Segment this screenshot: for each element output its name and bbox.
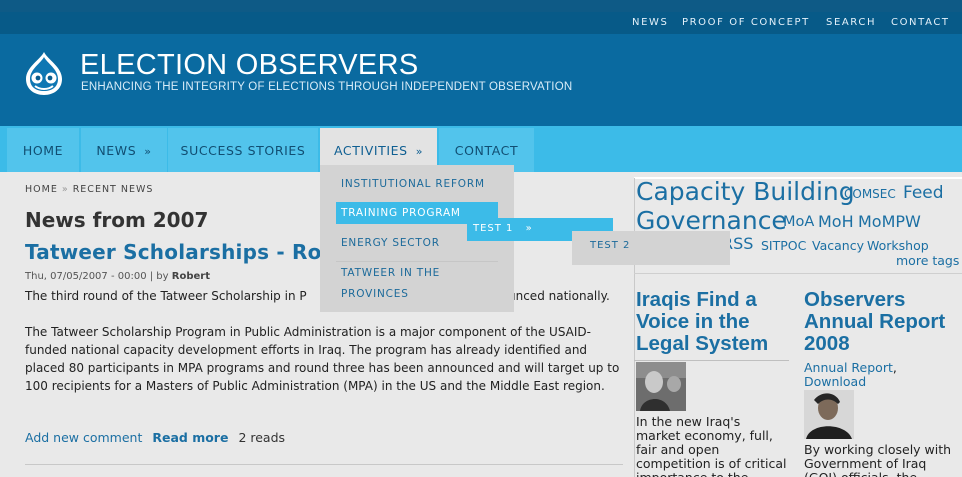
dropdown-label-training: TRAINING PROGRAM <box>341 207 461 219</box>
annual-report-link[interactable]: Annual Report <box>804 360 893 375</box>
story2-links: Annual Report, Download <box>804 361 897 389</box>
nav-activities-arrow-icon: » <box>415 145 424 158</box>
tag-capacity-building[interactable]: Capacity Building <box>636 177 855 206</box>
top-strip <box>0 0 962 12</box>
story2-thumbnail[interactable] <box>804 390 854 439</box>
dropdown-item-tatweer[interactable]: TATWEER IN THE <box>336 261 498 284</box>
dropdown-item-tatweer-cont[interactable]: PROVINCES <box>336 283 498 305</box>
submenu-test1-label: TEST 1 <box>473 223 514 234</box>
dropdown-label-tatweer-2: PROVINCES <box>341 288 409 300</box>
site-header: ELECTION OBSERVERS ENHANCING THE INTEGRI… <box>0 34 962 126</box>
drupal-drop-icon[interactable] <box>22 50 66 96</box>
tag-feed[interactable]: Feed <box>903 183 944 203</box>
tag-workshop[interactable]: Workshop <box>867 238 929 253</box>
reads-count: 2 reads <box>238 430 286 445</box>
node-author[interactable]: Robert <box>172 271 210 282</box>
nav-news-arrow-icon: » <box>144 145 152 158</box>
story1-thumbnail[interactable] <box>636 362 686 411</box>
add-comment-link[interactable]: Add new comment <box>25 430 142 445</box>
topnav-news[interactable]: NEWS <box>632 17 668 28</box>
story1-title-link[interactable]: Iraqis Find a Voice in the Legal System <box>636 289 796 355</box>
links-comma: , <box>892 360 897 375</box>
tagcloud-bottom-rule <box>634 273 962 274</box>
node-links: Add new comment Read more 2 reads <box>25 430 285 445</box>
topnav-contact[interactable]: CONTACT <box>891 17 950 28</box>
tag-moh[interactable]: MoH <box>818 212 854 231</box>
nav-home-label: HOME <box>22 143 64 158</box>
tag-sitpoc[interactable]: SITPOC <box>761 238 806 253</box>
node-para1-start: The third round of the Tatweer Scholarsh… <box>25 289 307 303</box>
submitted-info: Thu, 07/05/2007 - 00:00 | by Robert <box>25 271 210 282</box>
submenu-test1-arrow-icon: » <box>525 223 533 234</box>
page-title: News from 2007 <box>25 208 209 232</box>
node-para1-end: unced nationally. <box>508 289 610 303</box>
download-link[interactable]: Download <box>804 374 866 389</box>
dropdown-item-institutional-reform[interactable]: INSTITUTIONAL REFORM <box>336 173 498 195</box>
top-nav: NEWS PROOF OF CONCEPT SEARCH CONTACT <box>0 12 962 34</box>
tag-comsec[interactable]: COMSEC <box>844 187 896 201</box>
story2-title-link[interactable]: Observers Annual Report 2008 <box>804 289 962 355</box>
story2-text: By working closely with Government of Ir… <box>804 442 952 477</box>
site-name[interactable]: ELECTION OBSERVERS <box>80 49 418 82</box>
tag-mompw[interactable]: MoMPW <box>858 212 921 231</box>
tag-moa[interactable]: MoA <box>783 214 814 230</box>
breadcrumb-separator: » <box>61 184 69 195</box>
submenu-item-test2[interactable]: TEST 2 <box>590 240 630 251</box>
nav-home[interactable]: HOME <box>7 128 79 172</box>
content-divider <box>25 464 623 465</box>
tag-vacancy[interactable]: Vacancy <box>812 238 864 253</box>
dropdown-label-institutional: INSTITUTIONAL REFORM <box>341 178 485 190</box>
story1-text: In the new Iraq's market economy, full, … <box>636 414 787 477</box>
topnav-proof-of-concept[interactable]: PROOF OF CONCEPT <box>682 17 810 28</box>
story1-rule <box>634 360 789 361</box>
read-more-link[interactable]: Read more <box>152 430 228 445</box>
dropdown-label-tatweer-1: TATWEER IN THE <box>341 267 441 279</box>
nav-news[interactable]: NEWS » <box>81 128 167 172</box>
nav-activities-label: ACTIVITIES <box>333 143 408 158</box>
more-tags-link[interactable]: more tags <box>896 253 959 268</box>
submenu-level3: TEST 2 <box>572 231 730 265</box>
breadcrumb: HOME » RECENT NEWS <box>25 184 153 195</box>
node-title-link[interactable]: Tatweer Scholarships - Roun <box>25 240 350 264</box>
node-body: The Tatweer Scholarship Program in Publi… <box>25 325 620 393</box>
dropdown-label-energy: ENERGY SECTOR <box>341 237 440 249</box>
node-by: | by <box>149 271 169 282</box>
site-slogan: ENHANCING THE INTEGRITY OF ELECTIONS THR… <box>81 81 573 93</box>
nav-success-stories[interactable]: SUCCESS STORIES <box>168 128 318 172</box>
breadcrumb-current: RECENT NEWS <box>72 184 154 195</box>
node-date: Thu, 07/05/2007 - 00:00 <box>25 271 147 282</box>
nav-success-label: SUCCESS STORIES <box>180 143 306 158</box>
topnav-search[interactable]: SEARCH <box>826 17 876 28</box>
nav-news-label: NEWS <box>96 143 137 158</box>
breadcrumb-home[interactable]: HOME <box>25 184 58 195</box>
nav-contact-label: CONTACT <box>454 143 519 158</box>
